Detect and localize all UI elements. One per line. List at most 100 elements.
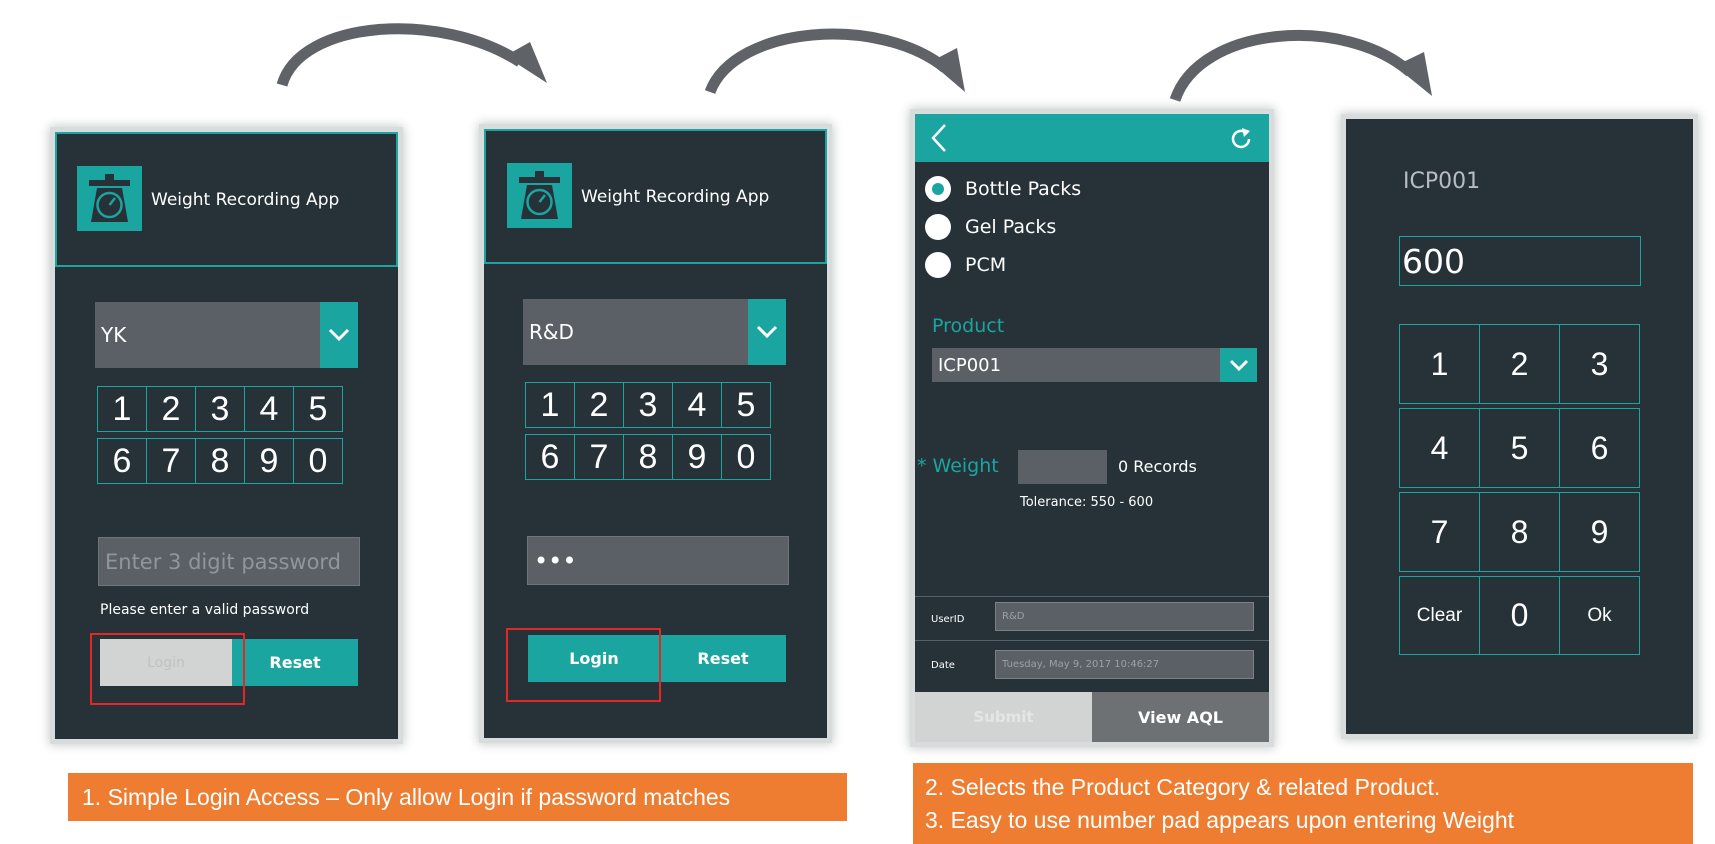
password-input[interactable]: Enter 3 digit password — [98, 537, 360, 586]
app-header: Weight Recording App — [484, 129, 827, 264]
date-field: Tuesday, May 9, 2017 10:46:27 — [995, 650, 1254, 679]
app-title: Weight Recording App — [151, 190, 340, 210]
key-4[interactable]: 4 — [244, 386, 294, 432]
password-input[interactable]: ••• — [527, 536, 789, 585]
numpad-ok-button[interactable]: Ok — [1559, 576, 1640, 655]
password-value: ••• — [534, 546, 577, 575]
userid-field: R&D — [995, 602, 1254, 631]
key-2[interactable]: 2 — [574, 382, 624, 428]
userid-label: UserID — [931, 614, 965, 625]
divider — [915, 640, 1269, 641]
key-8[interactable]: 8 — [195, 438, 245, 484]
weight-label: * Weight — [917, 455, 999, 477]
category-gel-packs[interactable]: Gel Packs — [925, 212, 1185, 242]
category-label: Gel Packs — [965, 216, 1057, 238]
key-7[interactable]: 7 — [574, 434, 624, 480]
numpad-key-1[interactable]: 1 — [1399, 324, 1480, 404]
key-4[interactable]: 4 — [672, 382, 722, 428]
scale-logo-icon — [507, 163, 572, 228]
top-bar — [915, 114, 1269, 162]
scale-logo-icon — [77, 166, 142, 231]
product-dropdown-value: ICP001 — [938, 354, 1002, 376]
numpad-key-2[interactable]: 2 — [1479, 324, 1560, 404]
refresh-icon[interactable] — [1228, 126, 1254, 152]
key-3[interactable]: 3 — [195, 386, 245, 432]
numpad-key-3[interactable]: 3 — [1559, 324, 1640, 404]
user-dropdown-value: R&D — [529, 320, 574, 344]
password-error: Please enter a valid password — [100, 602, 310, 618]
key-1[interactable]: 1 — [97, 386, 147, 432]
category-label: Bottle Packs — [965, 178, 1082, 200]
numpad-key-8[interactable]: 8 — [1479, 492, 1560, 572]
key-9[interactable]: 9 — [244, 438, 294, 484]
key-5[interactable]: 5 — [293, 386, 343, 432]
tolerance-text: Tolerance: 550 - 600 — [1020, 495, 1154, 510]
numpad-screen: ICP001 600 1 2 3 4 5 6 7 8 9 Clear 0 Ok — [1346, 119, 1693, 734]
radio-icon[interactable] — [925, 214, 951, 240]
banner-step-1-text: 1. Simple Login Access – Only allow Logi… — [82, 783, 731, 810]
number-pad: 1 2 3 4 5 6 7 8 9 Clear 0 Ok — [1399, 324, 1640, 655]
numpad-value: 600 — [1402, 241, 1465, 281]
key-0[interactable]: 0 — [293, 438, 343, 484]
key-6[interactable]: 6 — [97, 438, 147, 484]
pin-keypad: 1 2 3 4 5 6 7 8 9 0 — [97, 386, 359, 486]
key-3[interactable]: 3 — [623, 382, 673, 428]
numpad-key-6[interactable]: 6 — [1559, 408, 1640, 488]
numpad-key-5[interactable]: 5 — [1479, 408, 1560, 488]
user-dropdown[interactable]: YK — [95, 302, 320, 368]
chevron-down-icon[interactable] — [320, 302, 358, 368]
key-6[interactable]: 6 — [525, 434, 575, 480]
banner-step-1: 1. Simple Login Access – Only allow Logi… — [68, 773, 847, 821]
product-screen: Bottle Packs Gel Packs PCM Product ICP00… — [915, 114, 1269, 742]
userid-value: R&D — [1002, 611, 1025, 622]
radio-selected-icon[interactable] — [925, 176, 951, 202]
flow-arrows — [276, 23, 1432, 103]
key-9[interactable]: 9 — [672, 434, 722, 480]
view-aql-button[interactable]: View AQL — [1092, 692, 1269, 742]
user-dropdown-value: YK — [101, 323, 127, 347]
key-1[interactable]: 1 — [525, 382, 575, 428]
key-8[interactable]: 8 — [623, 434, 673, 480]
login-screen-2: Weight Recording App R&D 1 2 3 4 5 6 7 8… — [484, 129, 827, 738]
numpad-key-4[interactable]: 4 — [1399, 408, 1480, 488]
numpad-key-0[interactable]: 0 — [1479, 576, 1560, 655]
category-radio-group: Bottle Packs Gel Packs PCM — [925, 174, 1225, 284]
user-dropdown[interactable]: R&D — [523, 299, 748, 365]
key-5[interactable]: 5 — [721, 382, 771, 428]
login-screen-1: Weight Recording App YK 1 2 3 4 5 6 7 8 … — [55, 132, 398, 739]
pin-keypad: 1 2 3 4 5 6 7 8 9 0 — [525, 382, 787, 482]
key-2[interactable]: 2 — [146, 386, 196, 432]
numpad-key-7[interactable]: 7 — [1399, 492, 1480, 572]
date-label: Date — [931, 660, 955, 671]
divider — [915, 596, 1269, 597]
product-label: Product — [932, 315, 1005, 337]
app-header: Weight Recording App — [55, 132, 398, 267]
submit-button[interactable]: Submit — [915, 692, 1092, 742]
chevron-down-icon[interactable] — [748, 299, 786, 365]
category-bottle-packs[interactable]: Bottle Packs — [925, 174, 1185, 204]
numpad-value-field[interactable]: 600 — [1399, 236, 1641, 286]
radio-icon[interactable] — [925, 252, 951, 278]
login-highlight-box — [506, 628, 661, 702]
weight-input[interactable] — [1018, 450, 1107, 484]
date-value: Tuesday, May 9, 2017 10:46:27 — [1002, 659, 1160, 670]
banner-steps-2-3: 2. Selects the Product Category & relate… — [913, 763, 1693, 844]
numpad-product: ICP001 — [1403, 169, 1481, 194]
banner-step-3-text: 3. Easy to use number pad appears upon e… — [925, 807, 1515, 833]
records-count: 0 Records — [1118, 457, 1197, 476]
key-0[interactable]: 0 — [721, 434, 771, 480]
category-label: PCM — [965, 254, 1007, 276]
key-7[interactable]: 7 — [146, 438, 196, 484]
app-title: Weight Recording App — [581, 187, 770, 207]
reset-button[interactable]: Reset — [232, 639, 358, 686]
reset-button[interactable]: Reset — [660, 635, 786, 682]
login-highlight-box — [90, 633, 245, 705]
product-dropdown[interactable]: ICP001 — [932, 348, 1235, 382]
password-placeholder: Enter 3 digit password — [105, 549, 342, 574]
numpad-clear-button[interactable]: Clear — [1399, 576, 1480, 655]
category-pcm[interactable]: PCM — [925, 250, 1185, 280]
back-icon[interactable] — [929, 122, 949, 154]
chevron-down-icon[interactable] — [1220, 348, 1257, 382]
banner-step-2-text: 2. Selects the Product Category & relate… — [925, 774, 1441, 800]
numpad-key-9[interactable]: 9 — [1559, 492, 1640, 572]
